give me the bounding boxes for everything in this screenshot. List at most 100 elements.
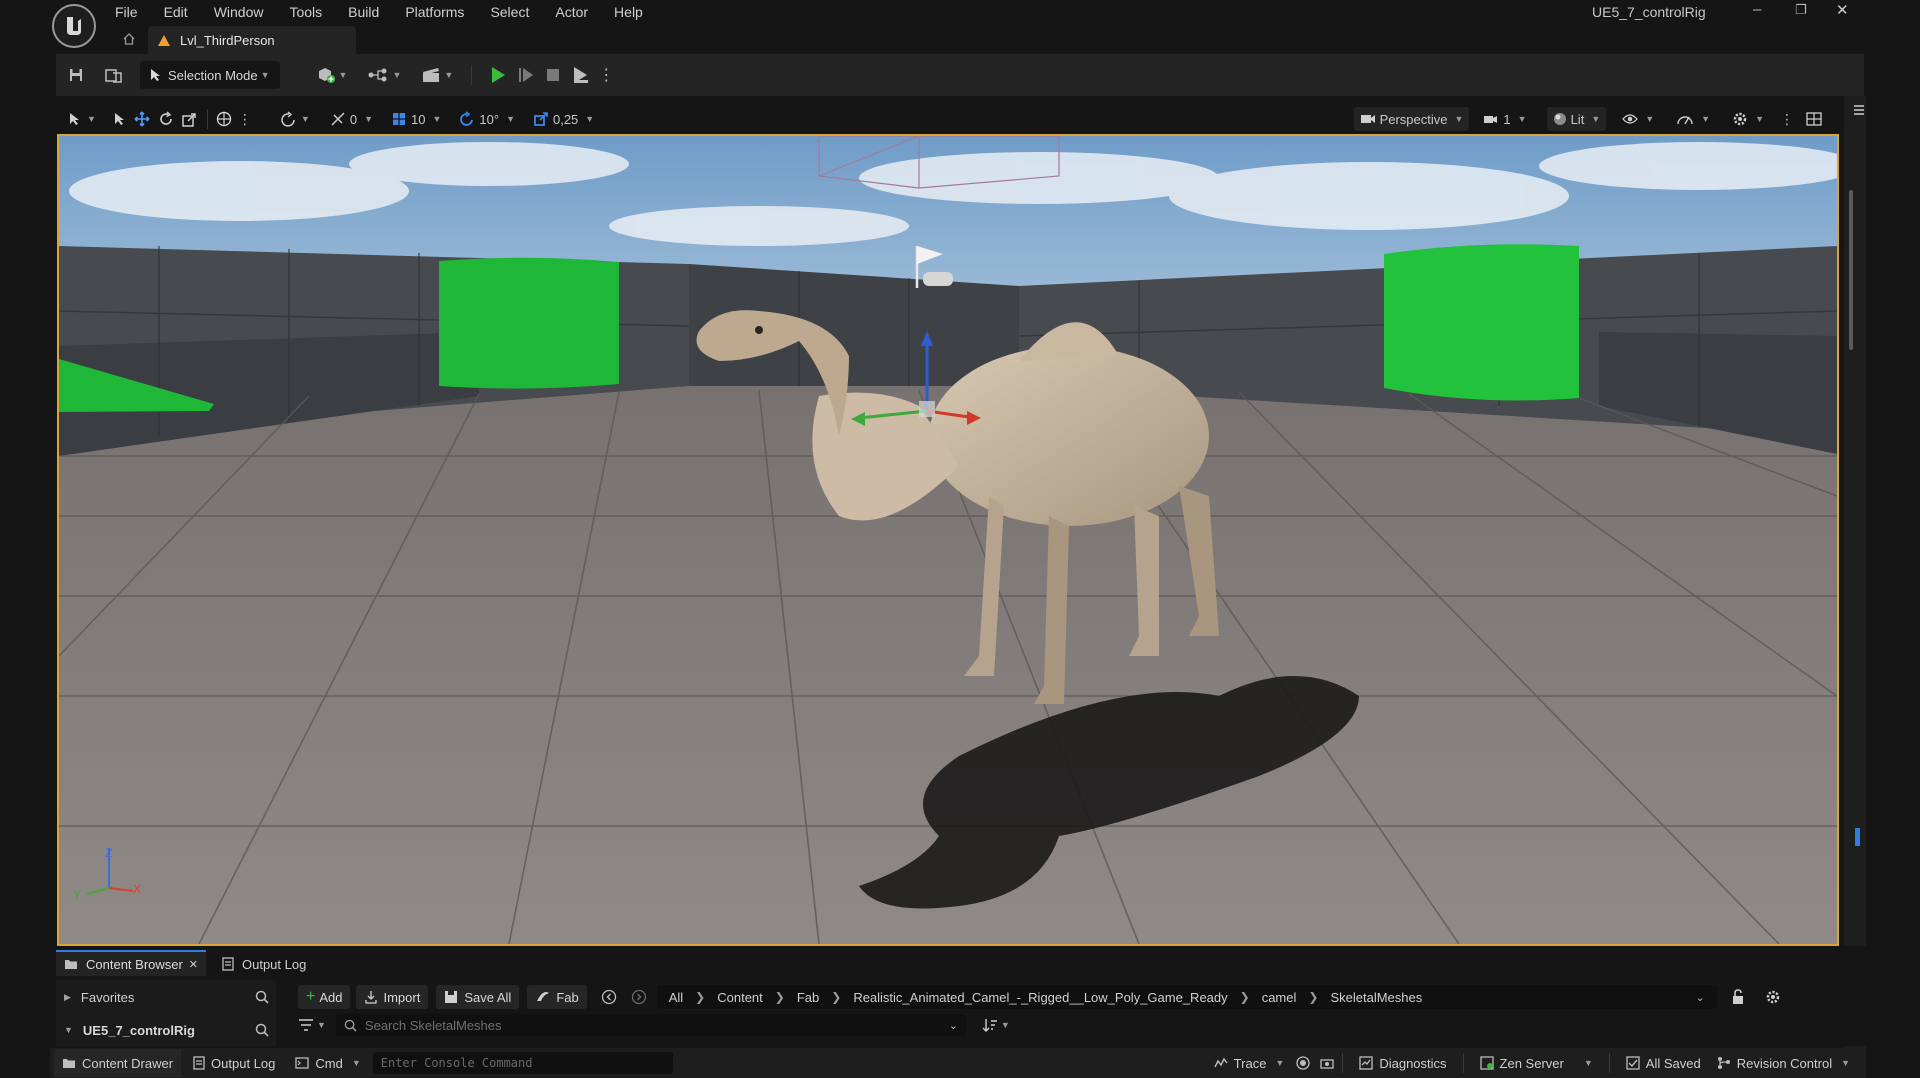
search-icon[interactable] [255,990,269,1004]
tab-content-browser[interactable]: Content Browser ✕ [56,950,206,976]
viewport-scrollbar[interactable] [1849,190,1853,350]
history-back-icon[interactable] [601,989,617,1005]
tab-output-log[interactable]: Output Log [222,952,306,976]
menu-window[interactable]: Window [214,4,264,20]
console-input[interactable]: Enter Console Command [372,1052,673,1074]
performance-button[interactable]: ▼ [1670,107,1716,131]
world-space-icon[interactable] [216,111,232,127]
blueprint-icon[interactable]: ▼ [367,67,401,83]
search-input[interactable]: Search SkeletalMeshes ⌄ [335,1014,966,1036]
chevron-down-icon: ▼ [64,1025,73,1035]
grid-snap-button[interactable]: 10 ▼ [385,107,447,131]
unreal-logo-icon[interactable] [52,4,96,48]
search-icon [344,1019,357,1032]
select-tool-icon[interactable] [114,112,126,126]
menu-tools[interactable]: Tools [289,4,322,20]
close-tab-icon[interactable]: ✕ [189,958,198,971]
zen-server-dropdown[interactable]: Zen Server ▼ [1472,1049,1601,1077]
revision-control-dropdown[interactable]: Revision Control ▼ [1709,1049,1858,1077]
save-icon[interactable] [64,67,88,83]
axis-y-label: Y [73,888,82,902]
menu-file[interactable]: File [115,4,138,20]
show-flags-button[interactable]: ▼ [1616,107,1660,131]
add-button[interactable]: + Add [298,985,351,1009]
breadcrumb-item[interactable]: All [669,990,683,1005]
angle-snap-button[interactable]: 0 ▼ [324,107,379,131]
perspective-label: Perspective [1379,111,1448,127]
viewport-options-icon[interactable]: ⋮ [1780,111,1794,128]
trace-label: Trace [1233,1055,1267,1071]
level-tab[interactable]: Lvl_ThirdPerson [148,26,356,54]
path-dropdown-chevron-icon[interactable]: ⌄ [1696,991,1705,1004]
cmd-dropdown[interactable]: Cmd ▼ [287,1049,368,1077]
content-drawer-button[interactable]: Content Drawer [54,1049,182,1077]
menu-help[interactable]: Help [614,4,643,20]
output-log-label: Output Log [211,1055,276,1071]
trace-dropdown[interactable]: Trace ▼ [1206,1049,1293,1077]
history-forward-icon[interactable] [631,989,647,1005]
save-all-button[interactable]: Save All [436,985,520,1009]
minimize-button[interactable]: – [1753,1,1761,18]
filter-icon[interactable]: ▼ [298,1018,326,1032]
scale-snap-button[interactable]: 0,25 ▼ [527,107,600,131]
eject-icon[interactable] [572,66,590,84]
settings-gear-icon[interactable] [1765,989,1781,1005]
surface-snap-icon[interactable]: ▼ [280,111,310,127]
zen-server-icon [1479,1056,1494,1070]
select-mode-icon[interactable]: ▼ [68,111,96,127]
details-panel-icon[interactable] [1853,104,1865,116]
gear-icon [1733,112,1747,126]
lit-sphere-icon [1553,113,1566,125]
camera-speed-button[interactable]: 1 ▼ [1477,107,1532,131]
play-options-icon[interactable]: ⋮ [598,65,614,85]
search-dropdown-chevron-icon[interactable]: ⌄ [949,1019,958,1032]
play-icon[interactable] [490,66,506,84]
menu-build[interactable]: Build [348,4,379,20]
eye-icon [1622,114,1639,124]
level-viewport[interactable]: Z X Y [57,134,1839,946]
selection-mode-dropdown[interactable]: Selection Mode ▼ [140,61,280,89]
project-root-row[interactable]: ▼ UE5_7_controlRig [64,1019,269,1041]
close-window-button[interactable]: ✕ [1836,1,1849,19]
diagnostics-button[interactable]: Diagnostics [1351,1049,1454,1077]
home-icon[interactable] [120,30,138,48]
menu-actor[interactable]: Actor [555,4,588,20]
record-icon[interactable] [1296,1056,1310,1070]
search-icon[interactable] [255,1023,269,1037]
lit-dropdown[interactable]: Lit ▼ [1546,107,1607,131]
rotation-snap-button[interactable]: 10° ▼ [453,107,521,131]
breadcrumb-item[interactable]: Fab [797,990,819,1005]
output-log-button[interactable]: Output Log [185,1049,283,1077]
breadcrumb-item[interactable]: SkeletalMeshes [1330,990,1422,1005]
add-actor-icon[interactable]: ▼ [316,66,347,84]
layout-icon[interactable] [1806,112,1822,126]
lock-icon[interactable] [1731,989,1745,1005]
breadcrumb-item[interactable]: Content [717,990,763,1005]
breadcrumb-item[interactable]: camel [1262,990,1297,1005]
menu-platforms[interactable]: Platforms [405,4,464,20]
all-saved-button[interactable]: All Saved [1618,1049,1709,1077]
scale-icon[interactable] [182,112,197,127]
favorites-row[interactable]: ▶ Favorites [64,986,269,1008]
sort-icon[interactable]: ▼ [982,1018,1010,1032]
screenshot-icon[interactable] [1320,1057,1334,1069]
breadcrumb-item[interactable]: Realistic_Animated_Camel_-_Rigged__Low_P… [853,990,1227,1005]
selection-mode-label: Selection Mode [168,67,258,83]
restore-button[interactable]: ❐ [1795,2,1807,18]
cinematics-icon[interactable]: ▼ [421,67,453,83]
translate-icon[interactable] [134,111,150,127]
perspective-dropdown[interactable]: Perspective ▼ [1353,107,1470,131]
fab-button[interactable]: Fab [527,985,587,1009]
window-title: UE5_7_controlRig [1592,4,1706,20]
main-toolbar: Selection Mode ▼ ▼ ▼ ▼ ⋮ [56,54,1864,96]
stop-icon[interactable] [546,68,560,82]
menu-select[interactable]: Select [490,4,529,20]
advance-frame-icon[interactable] [518,66,534,84]
camera-icon [1360,115,1375,123]
menu-edit[interactable]: Edit [164,4,188,20]
transform-options-icon[interactable]: ⋮ [238,111,252,128]
rotate-icon[interactable] [158,111,174,127]
import-button[interactable]: Import [356,985,429,1009]
viewport-settings-button[interactable]: ▼ [1726,107,1770,131]
browse-icon[interactable] [102,67,126,83]
